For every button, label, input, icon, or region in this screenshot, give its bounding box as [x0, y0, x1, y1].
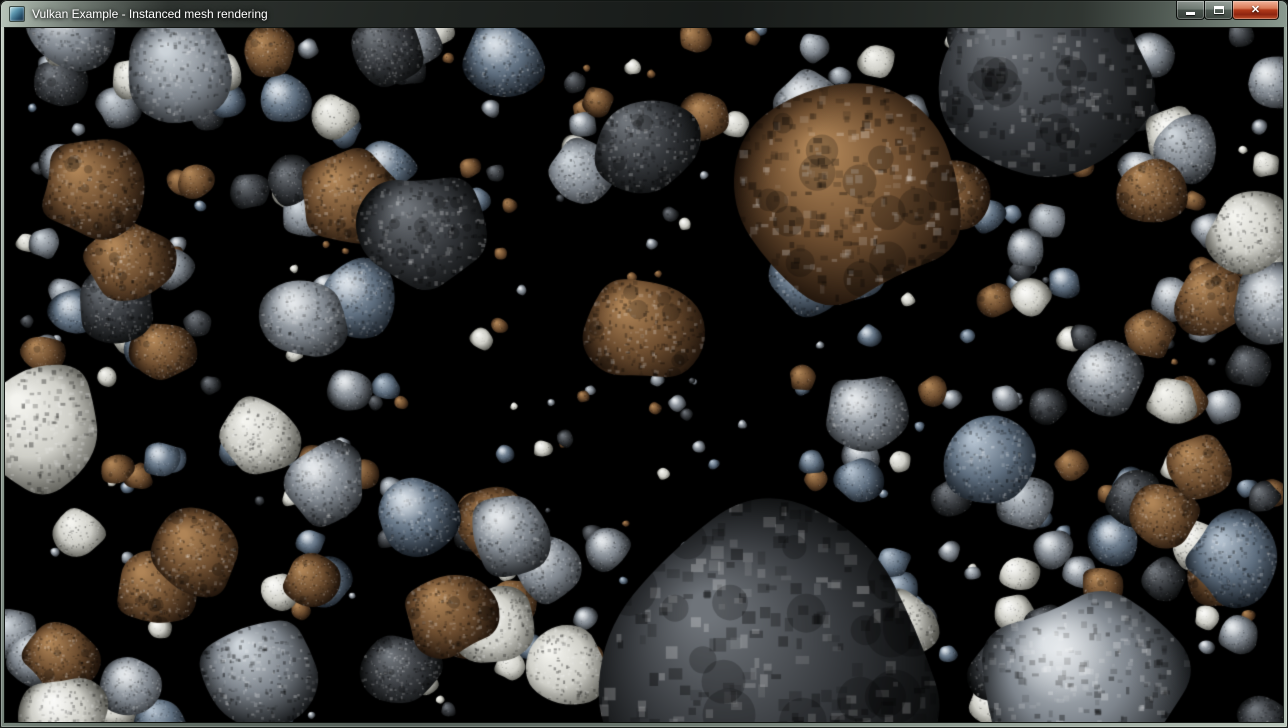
window-controls: ✕: [1177, 1, 1279, 20]
title-bar[interactable]: Vulkan Example - Instanced mesh renderin…: [1, 1, 1287, 27]
minimize-icon: [1186, 12, 1195, 15]
maximize-icon: [1214, 6, 1224, 14]
minimize-button[interactable]: [1176, 1, 1205, 20]
app-window: Vulkan Example - Instanced mesh renderin…: [0, 0, 1288, 728]
close-button[interactable]: ✕: [1232, 1, 1279, 20]
close-icon: ✕: [1251, 5, 1260, 16]
window-title: Vulkan Example - Instanced mesh renderin…: [32, 1, 268, 27]
app-icon: [9, 6, 25, 22]
render-canvas[interactable]: [5, 28, 1283, 722]
maximize-button[interactable]: [1204, 1, 1233, 20]
render-viewport: [5, 28, 1283, 722]
